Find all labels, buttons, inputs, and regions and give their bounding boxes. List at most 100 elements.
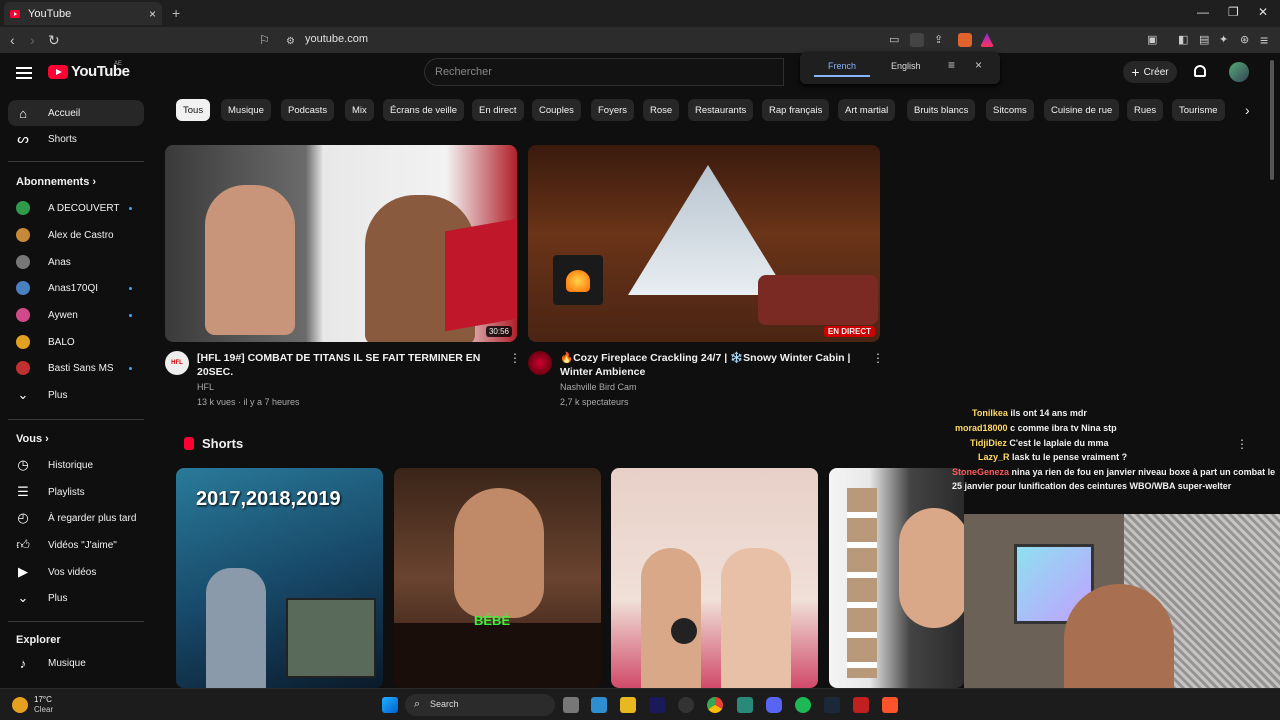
chip[interactable]: En direct: [472, 99, 524, 121]
sidebar-item-channel[interactable]: Anas: [8, 249, 144, 275]
brave-browser-icon[interactable]: [882, 697, 898, 713]
chip[interactable]: Tourisme: [1172, 99, 1225, 121]
you-header[interactable]: Vous ›: [16, 433, 49, 445]
sidebar-item-your-videos[interactable]: ▶ Vos vidéos: [8, 559, 144, 585]
wallet-icon[interactable]: ▤: [1199, 32, 1209, 48]
sidebar-item-channel[interactable]: A DECOUVERT: [8, 195, 144, 221]
video-thumbnail[interactable]: EN DIRECT: [528, 145, 880, 342]
translate-icon[interactable]: [910, 33, 924, 47]
chip[interactable]: Foyers: [591, 99, 635, 121]
subscriptions-header[interactable]: Abonnements ›: [16, 176, 96, 188]
file-explorer-icon[interactable]: [620, 697, 636, 713]
page-scrollbar[interactable]: [1270, 60, 1274, 180]
site-info-icon[interactable]: ⚙: [286, 34, 295, 50]
chip[interactable]: Art martial: [838, 99, 896, 121]
app-icon[interactable]: [737, 697, 753, 713]
short-thumbnail[interactable]: 2017,2018,2019: [176, 468, 383, 688]
video-channel[interactable]: HFL: [197, 380, 214, 394]
sidebar-item-liked-videos[interactable]: 👍︎ Vidéos "J'aime": [8, 532, 144, 558]
split-view-icon[interactable]: ◧: [1178, 32, 1188, 48]
forward-icon[interactable]: ›: [30, 32, 35, 48]
vpn-icon[interactable]: ⊛: [1240, 32, 1249, 48]
chip[interactable]: Musique: [221, 99, 271, 121]
app-icon[interactable]: [853, 697, 869, 713]
channel-avatar[interactable]: HFL: [165, 351, 189, 375]
more-options-icon[interactable]: ⋮: [872, 351, 884, 365]
sidebar-item-watch-later[interactable]: ◴ À regarder plus tard: [8, 505, 144, 531]
maximize-button[interactable]: ❐: [1228, 5, 1239, 19]
notifications-bell-icon[interactable]: [1194, 65, 1206, 77]
window-close-button[interactable]: ✕: [1258, 5, 1268, 19]
chips-next-arrow-icon[interactable]: ›: [1238, 99, 1258, 121]
translate-close-icon[interactable]: ×: [975, 58, 982, 72]
chip[interactable]: Rap français: [762, 99, 830, 121]
chip[interactable]: Bruits blancs: [907, 99, 976, 121]
sidebar-toggle-icon[interactable]: ▣: [1147, 32, 1157, 48]
sidebar-item-home[interactable]: ⌂ Accueil: [8, 100, 144, 126]
search-input[interactable]: Rechercher: [424, 58, 784, 86]
app-icon[interactable]: [591, 697, 607, 713]
translate-to-language[interactable]: English: [891, 61, 921, 71]
avatar[interactable]: [1229, 62, 1249, 82]
sidebar-item-shorts[interactable]: ᔕ Shorts: [8, 126, 144, 152]
chip[interactable]: Écrans de veille: [383, 99, 465, 121]
taskbar-search[interactable]: Search: [405, 694, 555, 716]
start-menu-icon[interactable]: [382, 697, 398, 713]
app-icon[interactable]: [678, 697, 694, 713]
chip[interactable]: Cuisine de rue: [1044, 99, 1120, 121]
share-icon[interactable]: ⇪: [934, 32, 943, 48]
sidebar-item-channel[interactable]: Basti Sans MS: [8, 355, 144, 381]
new-tab-button[interactable]: +: [172, 5, 180, 21]
chrome-icon[interactable]: [707, 697, 723, 713]
brave-shield-icon[interactable]: [958, 33, 972, 47]
reload-icon[interactable]: ↻: [48, 32, 60, 48]
create-button[interactable]: + Créer: [1123, 61, 1177, 83]
weather-widget[interactable]: 17°C Clear: [12, 695, 53, 715]
channel-avatar[interactable]: [528, 351, 552, 375]
chip[interactable]: Tous: [176, 99, 211, 121]
sidebar-item-history[interactable]: ◷ Historique: [8, 452, 144, 478]
translate-from-language[interactable]: French: [828, 61, 856, 71]
youtube-logo[interactable]: YouTube AE: [48, 61, 130, 80]
video-channel[interactable]: Nashville Bird Cam: [560, 380, 637, 394]
menu-icon[interactable]: ≡: [1260, 32, 1268, 48]
video-title[interactable]: 🔥Cozy Fireplace Crackling 24/7 | ❄️Snowy…: [560, 351, 860, 379]
short-thumbnail[interactable]: BÉBÉ: [394, 468, 601, 688]
tab-close-icon[interactable]: ×: [149, 7, 156, 21]
hamburger-menu-icon[interactable]: [16, 67, 32, 79]
sidebar-item-channel[interactable]: Alex de Castro: [8, 222, 144, 248]
video-title[interactable]: [HFL 19#] COMBAT DE TITANS IL SE FAIT TE…: [197, 351, 497, 379]
brave-rewards-icon[interactable]: [980, 33, 994, 47]
sidebar-item-more-subscriptions[interactable]: ⌄ Plus: [8, 382, 144, 408]
more-options-icon[interactable]: ⋮: [509, 351, 521, 365]
spotify-icon[interactable]: [795, 697, 811, 713]
sidebar-item-channel[interactable]: BALO: [8, 329, 144, 355]
discord-icon[interactable]: [766, 697, 782, 713]
video-thumbnail[interactable]: 30:56: [165, 145, 517, 342]
sidebar-item-playlists[interactable]: ☰ Playlists: [8, 479, 144, 505]
sidebar-item-more[interactable]: ⌄ Plus: [8, 585, 144, 611]
sidebar-item-channel[interactable]: Aywen: [8, 302, 144, 328]
sidebar-item-music[interactable]: ♪ Musique: [8, 650, 144, 676]
browser-tab[interactable]: YouTube ×: [4, 2, 162, 25]
chip[interactable]: Mix: [345, 99, 374, 121]
chip[interactable]: Couples: [532, 99, 581, 121]
short-thumbnail[interactable]: [829, 468, 964, 688]
url-text[interactable]: youtube.com: [305, 33, 368, 45]
extensions-icon[interactable]: ✦: [1219, 32, 1228, 48]
short-thumbnail[interactable]: [611, 468, 818, 688]
task-view-icon[interactable]: [563, 697, 579, 713]
minimize-button[interactable]: —: [1197, 5, 1209, 19]
bookmark-icon[interactable]: ⚐: [259, 32, 270, 48]
back-icon[interactable]: ‹: [10, 32, 15, 48]
premiere-pro-icon[interactable]: [649, 697, 665, 713]
shorts-more-options-icon[interactable]: ⋮: [1236, 437, 1248, 451]
cast-icon[interactable]: ▭: [889, 32, 899, 48]
chip[interactable]: Rues: [1127, 99, 1164, 121]
steam-icon[interactable]: [824, 697, 840, 713]
chip[interactable]: Rose: [643, 99, 680, 121]
translate-options-icon[interactable]: ≡: [948, 58, 955, 72]
chip[interactable]: Restaurants: [688, 99, 754, 121]
chip[interactable]: Sitcoms: [986, 99, 1034, 121]
chip[interactable]: Podcasts: [281, 99, 335, 121]
